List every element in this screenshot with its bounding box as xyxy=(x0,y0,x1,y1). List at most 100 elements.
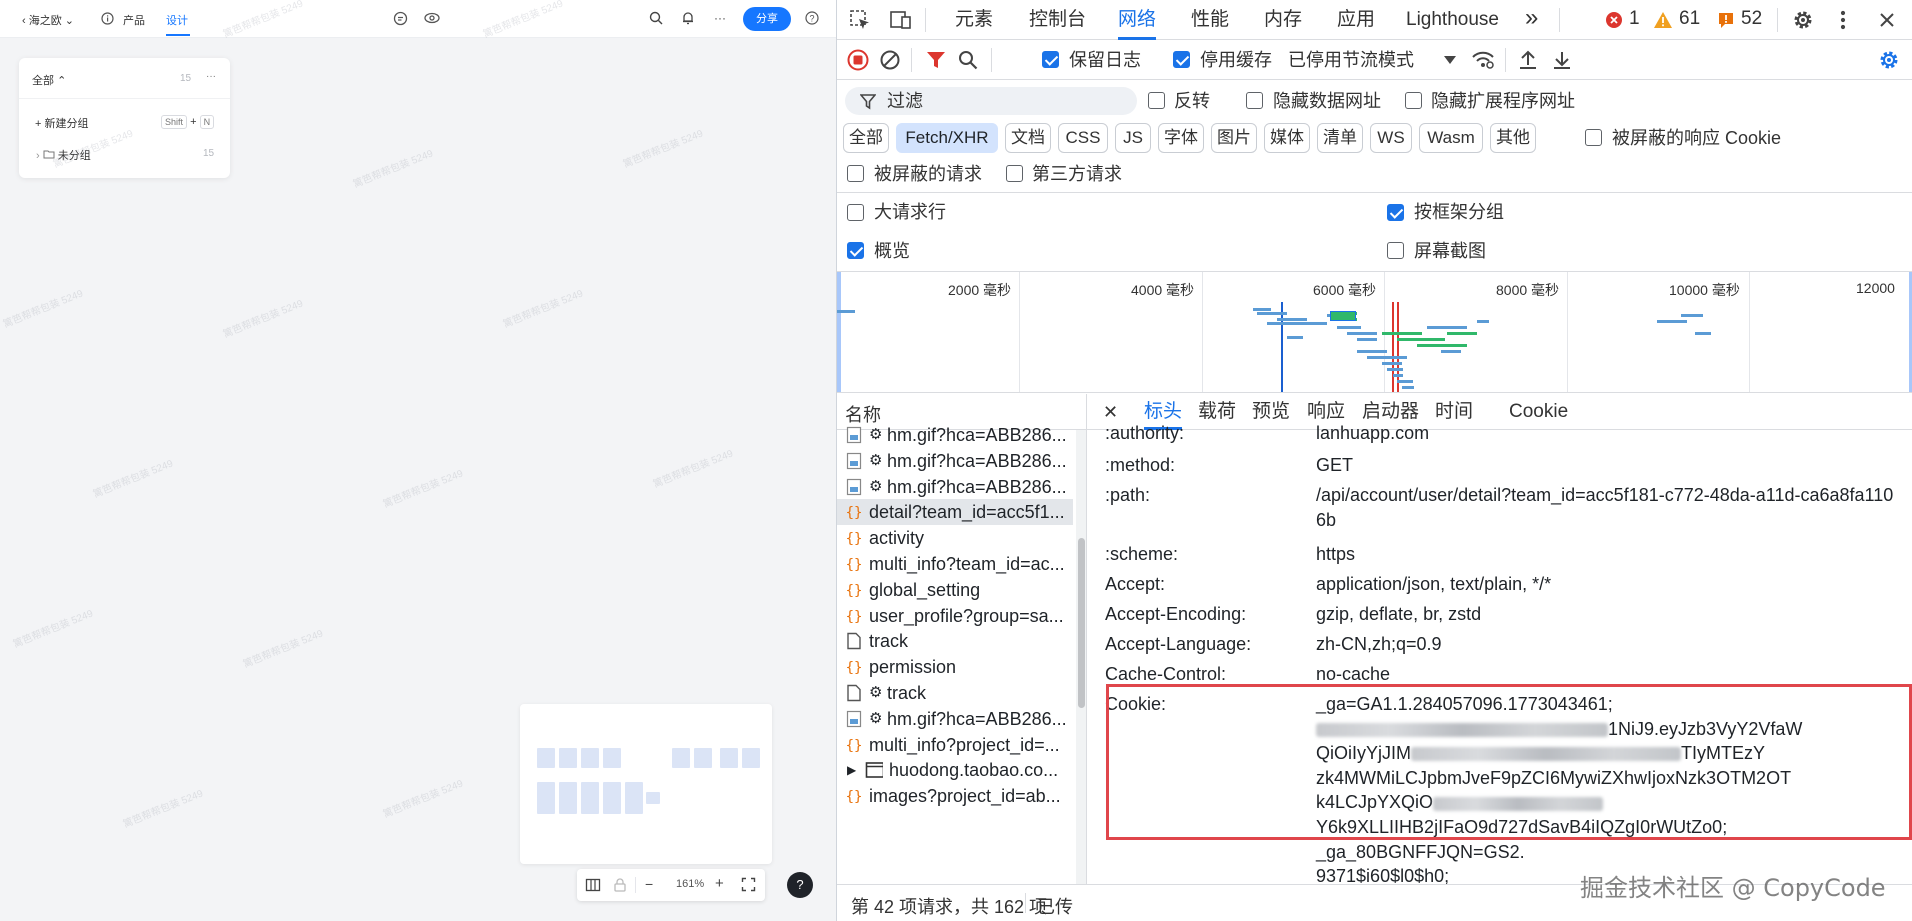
share-button[interactable]: 分享 xyxy=(743,7,791,31)
request-row[interactable]: {} user_profile?group=sa... xyxy=(837,603,1073,629)
info-icon[interactable] xyxy=(99,10,115,26)
hide-data-urls-checkbox[interactable] xyxy=(1246,92,1263,109)
issues-count[interactable]: 52 xyxy=(1741,8,1762,30)
bell-icon[interactable] xyxy=(680,10,696,26)
map-icon[interactable] xyxy=(585,877,601,896)
fullscreen-icon[interactable] xyxy=(741,877,756,895)
request-row[interactable]: ▶ huodong.taobao.co... xyxy=(837,757,1073,783)
timeline-left-handle[interactable] xyxy=(837,272,841,392)
group-by-frame-checkbox[interactable] xyxy=(1387,204,1404,221)
disable-cache-label[interactable]: 停用缓存 xyxy=(1200,49,1272,71)
blocked-cookies-checkbox[interactable] xyxy=(1585,129,1602,146)
tab-network[interactable]: 网络 xyxy=(1118,0,1157,40)
device-toolbar-icon[interactable] xyxy=(889,9,913,31)
clear-icon[interactable] xyxy=(879,49,901,71)
chip-ws[interactable]: WS xyxy=(1370,123,1412,153)
request-row[interactable]: track xyxy=(837,628,1073,654)
inspect-element-icon[interactable] xyxy=(849,9,871,31)
tab-application[interactable]: 应用 xyxy=(1337,0,1375,40)
tab-payload[interactable]: 载荷 xyxy=(1198,394,1236,430)
big-rows-label[interactable]: 大请求行 xyxy=(874,201,946,223)
invert-checkbox[interactable] xyxy=(1148,92,1165,109)
search-icon[interactable] xyxy=(648,10,664,26)
disable-cache-checkbox[interactable] xyxy=(1173,51,1190,68)
network-settings-gear-icon[interactable] xyxy=(1877,48,1901,72)
more-tabs-button[interactable]: » xyxy=(1525,0,1538,38)
overview-label[interactable]: 概览 xyxy=(874,240,910,262)
panel-more-icon[interactable]: ··· xyxy=(206,71,216,82)
tab-memory[interactable]: 内存 xyxy=(1264,0,1302,40)
request-row[interactable]: ⚙ hm.gif?hca=ABB286... xyxy=(837,474,1073,500)
overview-checkbox[interactable] xyxy=(847,242,864,259)
preserve-log-label[interactable]: 保留日志 xyxy=(1069,49,1141,71)
invert-label[interactable]: 反转 xyxy=(1174,90,1210,112)
help-icon[interactable]: ? xyxy=(804,10,820,26)
tab-preview[interactable]: 预览 xyxy=(1252,394,1290,430)
zoom-in-button[interactable]: + xyxy=(715,875,724,892)
more-icon[interactable]: ··· xyxy=(712,10,728,26)
artboard-thumbnail[interactable] xyxy=(520,704,772,864)
lock-icon[interactable] xyxy=(613,877,627,896)
panel-header[interactable]: 全部 ⌃ xyxy=(32,72,66,88)
request-list-scrollbar-thumb[interactable] xyxy=(1078,538,1085,708)
tab-performance[interactable]: 性能 xyxy=(1191,0,1229,40)
import-har-icon[interactable] xyxy=(1517,49,1539,71)
comment-icon[interactable] xyxy=(392,10,408,26)
tab-elements[interactable]: 元素 xyxy=(955,0,993,40)
request-row[interactable]: {} detail?team_id=acc5f1... xyxy=(837,499,1073,526)
hide-ext-urls-checkbox[interactable] xyxy=(1405,92,1422,109)
chip-manifest[interactable]: 清单 xyxy=(1317,123,1363,153)
error-count[interactable]: 1 xyxy=(1629,8,1640,30)
request-row[interactable]: ⚙ hm.gif?hca=ABB286... xyxy=(837,422,1073,448)
help-fab-button[interactable]: ? xyxy=(787,872,813,898)
expand-triangle-icon[interactable]: ▶ xyxy=(847,757,856,783)
screenshots-checkbox[interactable] xyxy=(1387,242,1404,259)
request-list-scrollbar[interactable] xyxy=(1076,430,1086,884)
third-party-label[interactable]: 第三方请求 xyxy=(1032,163,1122,185)
screenshots-label[interactable]: 屏幕截图 xyxy=(1414,240,1486,262)
request-row[interactable]: ⚙ hm.gif?hca=ABB286... xyxy=(837,706,1073,732)
zoom-out-button[interactable]: − xyxy=(645,876,653,892)
chip-all[interactable]: 全部 xyxy=(843,123,889,153)
chip-doc[interactable]: 文档 xyxy=(1005,123,1051,153)
nav-products[interactable]: 产品 xyxy=(123,12,145,28)
network-conditions-icon[interactable] xyxy=(1471,49,1495,71)
request-row[interactable]: ⚙ hm.gif?hca=ABB286... xyxy=(837,448,1073,474)
chip-other[interactable]: 其他 xyxy=(1490,123,1536,153)
chip-wasm[interactable]: Wasm xyxy=(1419,123,1483,153)
filter-input[interactable]: 过滤 xyxy=(845,87,1137,115)
chip-fetch-xhr[interactable]: Fetch/XHR xyxy=(896,123,998,153)
warning-icon[interactable] xyxy=(1653,11,1673,29)
request-row[interactable]: {} multi_info?team_id=ac... xyxy=(837,551,1073,577)
search-icon[interactable] xyxy=(957,49,979,71)
chevron-down-icon[interactable] xyxy=(1443,54,1457,66)
error-icon[interactable] xyxy=(1605,11,1623,29)
zoom-level[interactable]: 161% xyxy=(676,878,704,890)
chip-font[interactable]: 字体 xyxy=(1158,123,1204,153)
new-group-button[interactable]: + 新建分组 xyxy=(35,115,89,131)
tab-console[interactable]: 控制台 xyxy=(1029,0,1086,40)
third-party-checkbox[interactable] xyxy=(1006,165,1023,182)
network-overview-timeline[interactable]: 2000 毫秒 4000 毫秒 6000 毫秒 8000 毫秒 10000 毫秒… xyxy=(837,271,1912,393)
request-row[interactable]: {} multi_info?project_id=... xyxy=(837,732,1073,758)
preview-eye-icon[interactable] xyxy=(424,10,440,26)
blocked-cookies-label[interactable]: 被屏蔽的响应 Cookie xyxy=(1612,127,1781,149)
ungrouped-item[interactable]: › 未分组 xyxy=(36,147,91,163)
request-row[interactable]: {} global_setting xyxy=(837,577,1073,603)
kebab-menu-icon[interactable] xyxy=(1837,8,1849,32)
close-devtools-icon[interactable] xyxy=(1877,10,1897,30)
chip-js[interactable]: JS xyxy=(1115,123,1151,153)
hide-data-urls-label[interactable]: 隐藏数据网址 xyxy=(1273,90,1381,112)
issues-icon[interactable] xyxy=(1717,11,1735,29)
chip-img[interactable]: 图片 xyxy=(1211,123,1257,153)
request-row[interactable]: {} activity xyxy=(837,525,1073,551)
filter-funnel-icon[interactable] xyxy=(925,49,947,71)
blocked-requests-label[interactable]: 被屏蔽的请求 xyxy=(874,163,982,185)
tab-lighthouse[interactable]: Lighthouse xyxy=(1406,0,1499,40)
nav-design[interactable]: 设计 xyxy=(166,12,188,28)
hide-ext-urls-label[interactable]: 隐藏扩展程序网址 xyxy=(1431,90,1575,112)
chip-css[interactable]: CSS xyxy=(1058,123,1108,153)
settings-gear-icon[interactable] xyxy=(1791,8,1815,32)
preserve-log-checkbox[interactable] xyxy=(1042,51,1059,68)
request-row[interactable]: {} images?project_id=ab... xyxy=(837,783,1073,809)
